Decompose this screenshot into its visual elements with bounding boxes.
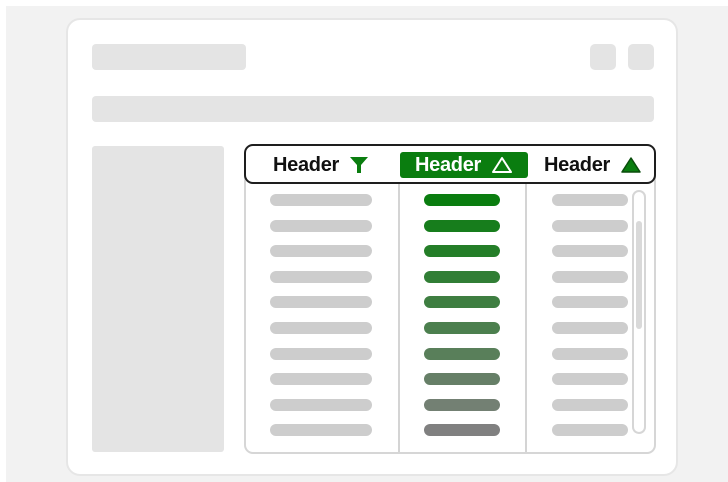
table-body — [244, 172, 656, 454]
row-8-cell-2-placeholder — [424, 373, 500, 385]
row-8-cell-1-placeholder — [270, 373, 372, 385]
toolbar-placeholder[interactable] — [92, 96, 654, 122]
column-divider — [525, 172, 527, 452]
row-3-cell-1-placeholder — [270, 245, 372, 257]
sort-ascending-icon[interactable] — [491, 156, 513, 174]
row-1-cell-3-placeholder — [552, 194, 628, 206]
scrollbar-thumb[interactable] — [636, 221, 642, 329]
row-7-cell-3-placeholder — [552, 348, 628, 360]
row-9-cell-3-placeholder — [552, 399, 628, 411]
row-7-cell-2-placeholder — [424, 348, 500, 360]
row-1-cell-1-placeholder — [270, 194, 372, 206]
scrollbar[interactable] — [632, 190, 646, 434]
column-header-1[interactable]: Header — [266, 152, 376, 178]
sort-ascending-icon[interactable] — [620, 156, 642, 174]
column-header-label: Header — [414, 153, 481, 176]
row-1-cell-2-placeholder — [424, 194, 500, 206]
row-5-cell-3-placeholder — [552, 296, 628, 308]
column-header-label: Header — [272, 153, 339, 176]
row-5-cell-2-placeholder — [424, 296, 500, 308]
table-header: Header Header Header — [244, 144, 656, 184]
app-window: Header Header Header — [66, 18, 678, 476]
row-6-cell-3-placeholder — [552, 322, 628, 334]
data-table: Header Header Header — [244, 144, 656, 454]
column-header-label: Header — [543, 153, 610, 176]
row-2-cell-3-placeholder — [552, 220, 628, 232]
row-7-cell-1-placeholder — [270, 348, 372, 360]
row-6-cell-1-placeholder — [270, 322, 372, 334]
row-2-cell-2-placeholder — [424, 220, 500, 232]
row-8-cell-3-placeholder — [552, 373, 628, 385]
row-6-cell-2-placeholder — [424, 322, 500, 334]
row-10-cell-1-placeholder — [270, 424, 372, 436]
column-header-3[interactable]: Header — [538, 152, 648, 178]
window-action-button-1[interactable] — [590, 44, 616, 70]
column-divider — [398, 172, 400, 452]
row-9-cell-1-placeholder — [270, 399, 372, 411]
window-title-placeholder — [92, 44, 246, 70]
filter-icon[interactable] — [349, 156, 369, 174]
row-10-cell-2-placeholder — [424, 424, 500, 436]
row-10-cell-3-placeholder — [552, 424, 628, 436]
window-action-button-2[interactable] — [628, 44, 654, 70]
column-header-2[interactable]: Header — [400, 152, 528, 178]
row-5-cell-1-placeholder — [270, 296, 372, 308]
row-9-cell-2-placeholder — [424, 399, 500, 411]
sidebar-placeholder — [92, 146, 224, 452]
row-3-cell-2-placeholder — [424, 245, 500, 257]
row-2-cell-1-placeholder — [270, 220, 372, 232]
row-3-cell-3-placeholder — [552, 245, 628, 257]
row-4-cell-3-placeholder — [552, 271, 628, 283]
row-4-cell-2-placeholder — [424, 271, 500, 283]
row-4-cell-1-placeholder — [270, 271, 372, 283]
